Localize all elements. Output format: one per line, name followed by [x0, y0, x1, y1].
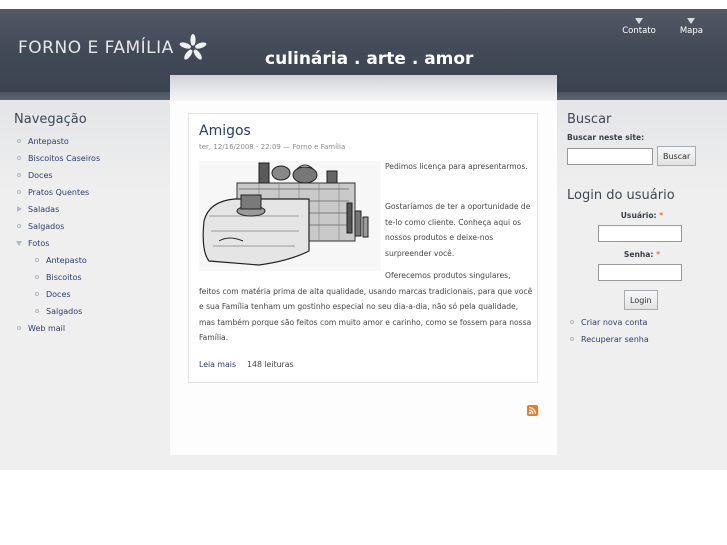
nav-item-fotos[interactable]: Fotos — [14, 235, 100, 252]
bullet-icon — [17, 139, 21, 143]
password-field[interactable] — [598, 264, 682, 281]
account-links: Criar nova conta Recuperar senha — [567, 314, 717, 348]
bullet-icon — [35, 258, 39, 262]
top-links: Contato Mapa — [598, 18, 703, 36]
triangle-down-icon — [635, 18, 644, 24]
nav-item-biscoitos-caseiros[interactable]: Biscoitos Caseiros — [14, 150, 100, 167]
content-top-bar — [170, 75, 557, 101]
recover-password-link[interactable]: Recuperar senha — [567, 331, 717, 348]
nav-item-pratos-quentes[interactable]: Pratos Quentes — [14, 184, 100, 201]
expanded-arrow-icon — [16, 241, 22, 246]
collapsed-arrow-icon — [17, 206, 22, 212]
contact-link-label: Contato — [622, 26, 656, 36]
username-field[interactable] — [598, 225, 682, 242]
bullet-icon — [35, 309, 39, 313]
search-label: Buscar neste site: — [567, 133, 645, 142]
flower-logo-icon — [179, 34, 207, 60]
search-form: Buscar — [567, 146, 717, 166]
right-sidebar: Buscar Buscar neste site: Buscar Login d… — [567, 112, 717, 348]
bullet-icon — [570, 337, 574, 341]
nav-item-label: Web mail — [28, 324, 66, 333]
navigation-block: Navegação Antepasto Biscoitos Caseiros D… — [14, 112, 100, 337]
nav-subitem-salgados[interactable]: Salgados — [14, 303, 100, 320]
search-button[interactable]: Buscar — [657, 146, 697, 166]
article-title[interactable]: Amigos — [199, 123, 251, 139]
wood-stove-illustration — [199, 161, 381, 271]
article-paragraph-3-text: Oferecemos produtos singulares, feitos c… — [199, 271, 533, 343]
nav-item-doces[interactable]: Doces — [14, 167, 100, 184]
nav-item-label: Fotos — [28, 239, 50, 248]
nav-item-label: Biscoitos Caseiros — [28, 154, 101, 163]
article-meta: ter, 12/16/2008 - 22:09 — Forno e Famíli… — [199, 143, 346, 151]
create-account-label: Criar nova conta — [581, 318, 648, 327]
article-links: Leia mais 148 leituras — [199, 360, 294, 369]
navigation-menu: Antepasto Biscoitos Caseiros Doces Prato… — [14, 133, 100, 337]
search-title: Buscar — [567, 112, 612, 127]
rss-icon — [528, 406, 537, 415]
nav-item-label: Antepasto — [46, 256, 87, 265]
nav-item-label: Doces — [46, 290, 71, 299]
navigation-title: Navegação — [14, 112, 87, 127]
required-mark: * — [656, 250, 661, 259]
search-input[interactable] — [567, 147, 653, 165]
contact-link[interactable]: Contato — [622, 18, 656, 36]
map-link[interactable]: Mapa — [680, 18, 703, 36]
bullet-icon — [17, 326, 21, 330]
nav-item-salgados[interactable]: Salgados — [14, 218, 100, 235]
login-title: Login do usuário — [567, 188, 675, 203]
required-mark: * — [659, 211, 664, 220]
top-strip — [0, 0, 727, 9]
article-node: Amigos ter, 12/16/2008 - 22:09 — Forno e… — [188, 113, 538, 383]
nav-item-label: Pratos Quentes — [28, 188, 90, 197]
map-link-label: Mapa — [679, 26, 703, 36]
bullet-icon — [35, 292, 39, 296]
username-label: Usuário: * — [567, 211, 717, 220]
site-slogan: culinária . arte . amor — [265, 49, 474, 69]
create-account-link[interactable]: Criar nova conta — [567, 314, 717, 331]
password-label-text: Senha: — [623, 250, 654, 259]
username-label-text: Usuário: — [620, 211, 657, 220]
nav-item-label: Salgados — [28, 222, 65, 231]
bullet-icon — [17, 156, 21, 160]
nav-item-saladas[interactable]: Saladas — [14, 201, 100, 218]
nav-item-label: Salgados — [46, 307, 83, 316]
site-name: FORNO E FAMÍLIA — [18, 38, 174, 58]
login-button[interactable]: Login — [624, 290, 658, 310]
triangle-down-icon — [687, 18, 696, 24]
nav-item-web-mail[interactable]: Web mail — [14, 320, 100, 337]
password-label: Senha: * — [567, 250, 717, 259]
bullet-icon — [17, 173, 21, 177]
article-paragraph-1: Pedimos licença para apresentarmos. — [385, 162, 528, 171]
nav-item-label: Antepasto — [28, 137, 69, 146]
nav-subitem-doces[interactable]: Doces — [14, 286, 100, 303]
main-content: Amigos ter, 12/16/2008 - 22:09 — Forno e… — [170, 75, 557, 455]
nav-subitem-antepasto[interactable]: Antepasto — [14, 252, 100, 269]
read-more-link[interactable]: Leia mais — [199, 360, 236, 369]
bullet-icon — [17, 190, 21, 194]
nav-item-antepasto[interactable]: Antepasto — [14, 133, 100, 150]
bullet-icon — [35, 275, 39, 279]
nav-subitem-biscoitos[interactable]: Biscoitos — [14, 269, 100, 286]
nav-item-label: Saladas — [28, 205, 60, 214]
rss-feed-icon[interactable] — [527, 405, 538, 416]
read-count: 148 leituras — [247, 360, 294, 369]
site-logo[interactable]: FORNO E FAMÍLIA — [18, 33, 208, 63]
bullet-icon — [570, 320, 574, 324]
recover-password-label: Recuperar senha — [581, 335, 649, 344]
article-paragraph-2: Gostaríamos de ter a oportunidade de te-… — [385, 202, 531, 258]
article-paragraph-3: Oferecemos produtos singulares, feitos c… — [199, 268, 533, 346]
nav-item-label: Biscoitos — [46, 273, 82, 282]
nav-item-label: Doces — [28, 171, 53, 180]
bullet-icon — [17, 224, 21, 228]
